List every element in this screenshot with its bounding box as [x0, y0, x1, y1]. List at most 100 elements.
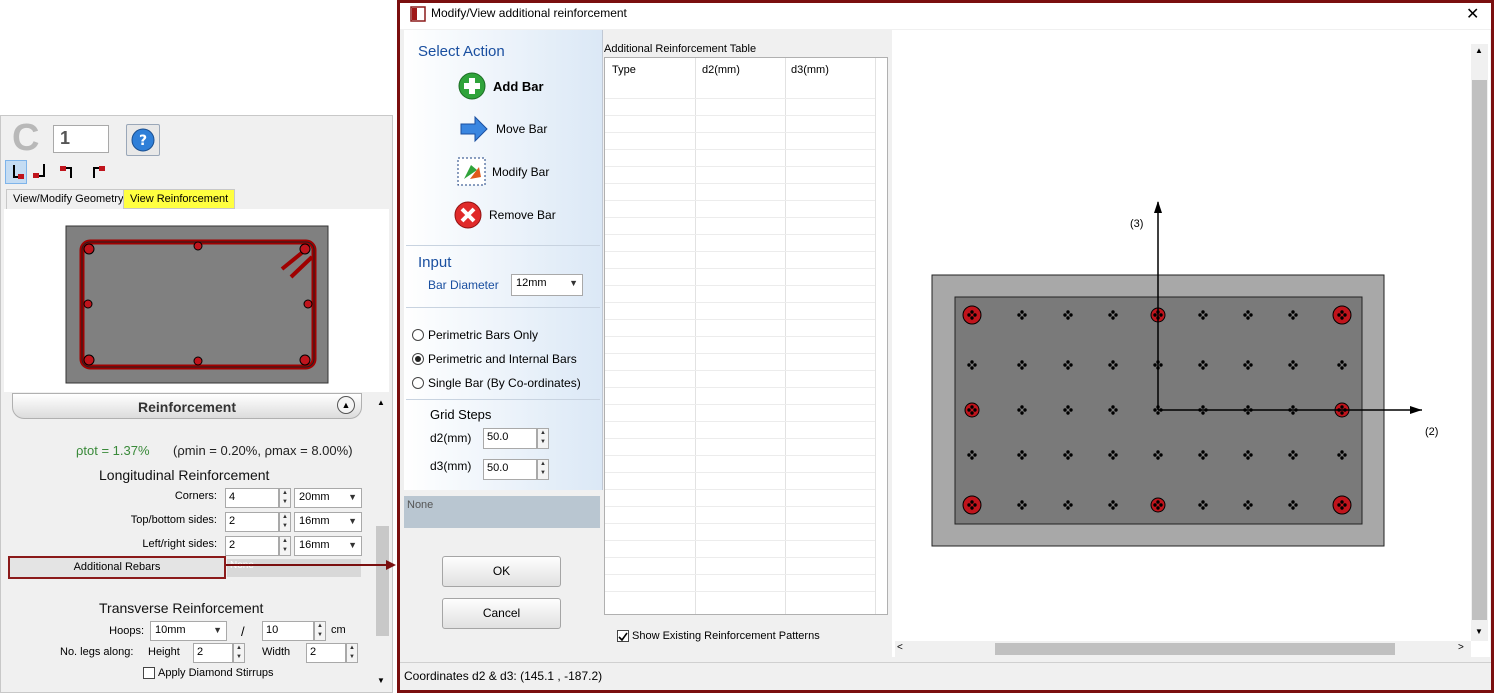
- grid-point[interactable]: [1020, 316, 1024, 320]
- grid-point[interactable]: [967, 453, 971, 457]
- grid-point[interactable]: [1108, 453, 1112, 457]
- section-orientation-tool-2[interactable]: [30, 160, 52, 184]
- additional-reinforcement-table[interactable]: Type d2(mm) d3(mm): [604, 57, 888, 615]
- grid-point[interactable]: [1204, 363, 1208, 367]
- grid-point[interactable]: [1111, 456, 1115, 460]
- grid-point[interactable]: [1243, 363, 1247, 367]
- grid-point[interactable]: [1337, 503, 1341, 507]
- grid-point[interactable]: [970, 316, 974, 320]
- grid-point[interactable]: [967, 313, 971, 317]
- grid-point[interactable]: [1291, 506, 1295, 510]
- grid-point[interactable]: [1249, 503, 1253, 507]
- grid-point[interactable]: [1063, 503, 1067, 507]
- grid-point[interactable]: [1017, 408, 1021, 412]
- plot-vertical-scrollbar[interactable]: ▲ ▼: [1471, 44, 1488, 641]
- cancel-button[interactable]: Cancel: [442, 598, 561, 629]
- grid-point[interactable]: [1291, 411, 1295, 415]
- grid-point[interactable]: [1249, 363, 1253, 367]
- grid-point[interactable]: [973, 363, 977, 367]
- grid-point[interactable]: [1111, 310, 1115, 314]
- grid-point[interactable]: [1337, 453, 1341, 457]
- top-bottom-count-stepper[interactable]: ▲ ▼: [279, 512, 291, 532]
- scroll-thumb[interactable]: [376, 526, 389, 636]
- left-right-diameter-select[interactable]: 16mm ▼: [294, 536, 362, 556]
- grid-point[interactable]: [967, 408, 971, 412]
- grid-point[interactable]: [1201, 506, 1205, 510]
- grid-point[interactable]: [1201, 310, 1205, 314]
- grid-point[interactable]: [970, 456, 974, 460]
- grid-point[interactable]: [1201, 366, 1205, 370]
- grid-point[interactable]: [1020, 411, 1024, 415]
- grid-point[interactable]: [1204, 453, 1208, 457]
- grid-point[interactable]: [1288, 503, 1292, 507]
- section-orientation-tool-3[interactable]: [57, 160, 79, 184]
- grid-point[interactable]: [1066, 360, 1070, 364]
- grid-point[interactable]: [1153, 453, 1157, 457]
- grid-point[interactable]: [1069, 313, 1073, 317]
- grid-point[interactable]: [1204, 503, 1208, 507]
- grid-point[interactable]: [1201, 456, 1205, 460]
- hoops-spacing-stepper[interactable]: ▲ ▼: [314, 621, 326, 641]
- grid-point[interactable]: [1291, 456, 1295, 460]
- grid-point[interactable]: [970, 310, 974, 314]
- grid-point[interactable]: [1159, 363, 1163, 367]
- grid-point[interactable]: [1111, 506, 1115, 510]
- grid-point[interactable]: [1066, 411, 1070, 415]
- add-bar-button[interactable]: Add Bar: [493, 79, 544, 94]
- grid-point[interactable]: [1114, 313, 1118, 317]
- grid-point[interactable]: [1246, 366, 1250, 370]
- grid-point[interactable]: [1156, 411, 1160, 415]
- grid-point[interactable]: [1108, 503, 1112, 507]
- grid-point[interactable]: [1291, 366, 1295, 370]
- grid-point[interactable]: [1114, 503, 1118, 507]
- grid-point[interactable]: [1020, 506, 1024, 510]
- grid-point[interactable]: [1201, 450, 1205, 454]
- grid-point[interactable]: [1153, 408, 1157, 412]
- grid-point[interactable]: [1246, 360, 1250, 364]
- grid-point[interactable]: [1114, 363, 1118, 367]
- scroll-up-icon[interactable]: ▲: [377, 398, 385, 407]
- grid-point[interactable]: [1343, 453, 1347, 457]
- grid-point[interactable]: [1156, 506, 1160, 510]
- d2-step-input[interactable]: 50.0: [483, 428, 537, 449]
- grid-point[interactable]: [1023, 503, 1027, 507]
- grid-point[interactable]: [1246, 456, 1250, 460]
- grid-point[interactable]: [1246, 450, 1250, 454]
- scroll-down-icon[interactable]: ▼: [377, 676, 385, 685]
- grid-point[interactable]: [1337, 313, 1341, 317]
- ok-button[interactable]: OK: [442, 556, 561, 587]
- grid-point[interactable]: [1111, 316, 1115, 320]
- corner-rebar[interactable]: [1332, 495, 1352, 515]
- grid-point[interactable]: [1066, 506, 1070, 510]
- grid-point[interactable]: [1111, 360, 1115, 364]
- grid-point[interactable]: [970, 500, 974, 504]
- grid-point[interactable]: [1020, 456, 1024, 460]
- collapse-button[interactable]: ▲: [337, 396, 355, 414]
- grid-point[interactable]: [1246, 500, 1250, 504]
- grid-point[interactable]: [1340, 360, 1344, 364]
- grid-point[interactable]: [1023, 453, 1027, 457]
- grid-point[interactable]: [1020, 310, 1024, 314]
- modify-bar-icon[interactable]: [457, 157, 487, 187]
- grid-point[interactable]: [1243, 453, 1247, 457]
- scroll-thumb[interactable]: [1472, 80, 1487, 620]
- grid-point[interactable]: [1201, 411, 1205, 415]
- grid-point[interactable]: [1337, 363, 1341, 367]
- grid-point[interactable]: [1198, 503, 1202, 507]
- grid-point[interactable]: [967, 503, 971, 507]
- grid-point[interactable]: [1020, 450, 1024, 454]
- column-header-d3[interactable]: d3(mm): [791, 64, 829, 76]
- grid-point[interactable]: [1291, 310, 1295, 314]
- grid-point[interactable]: [1198, 313, 1202, 317]
- scroll-down-icon[interactable]: ▼: [1475, 627, 1483, 636]
- grid-point[interactable]: [1111, 500, 1115, 504]
- help-button[interactable]: ?: [126, 124, 160, 156]
- grid-point[interactable]: [1198, 453, 1202, 457]
- grid-point[interactable]: [1023, 408, 1027, 412]
- perimetric-internal-radio[interactable]: [412, 353, 424, 365]
- grid-point[interactable]: [1294, 313, 1298, 317]
- side-rebar[interactable]: [1150, 497, 1166, 513]
- grid-point[interactable]: [1291, 360, 1295, 364]
- grid-point[interactable]: [1340, 366, 1344, 370]
- grid-point[interactable]: [970, 450, 974, 454]
